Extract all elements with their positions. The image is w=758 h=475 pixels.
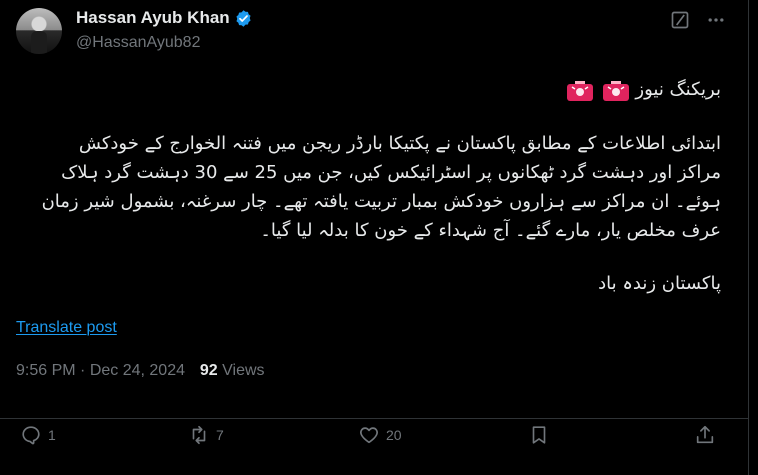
avatar[interactable] <box>16 8 62 54</box>
post-date[interactable]: Dec 24, 2024 <box>90 362 185 379</box>
body-line: عرف مخلص یار، مارے گئے۔ آج شہداء کے خون … <box>260 220 721 241</box>
body-paragraph: ابتدائی اطلاعات کے مطابق پاکستان نے پکتی… <box>16 129 721 245</box>
share-icon <box>696 425 714 444</box>
closing-line: پاکستان زندہ باد <box>598 273 721 294</box>
tweet-card: Hassan Ayub Khan @HassanAyub82 بریکنگ نی… <box>0 0 748 475</box>
like-icon <box>360 427 378 444</box>
post-time[interactable]: 9:56 PM <box>16 362 76 379</box>
reply-count: 1 <box>48 427 56 443</box>
headline-text: بریکنگ نیوز <box>635 79 721 100</box>
reply-icon <box>22 426 40 445</box>
more-icon[interactable] <box>706 10 726 30</box>
like-button[interactable]: 20 <box>358 423 402 447</box>
right-divider <box>748 0 749 475</box>
user-name-row[interactable]: Hassan Ayub Khan <box>76 8 253 28</box>
body-line: مراکز اور دہشت گرد ٹھکانوں پر اسٹرائیکس … <box>61 162 721 183</box>
retweet-button[interactable]: 7 <box>188 423 224 447</box>
action-divider <box>0 418 748 419</box>
retweet-icon <box>192 425 206 445</box>
meta-separator: · <box>75 362 90 379</box>
like-count: 20 <box>386 427 402 443</box>
views-count: 92 <box>199 362 218 379</box>
user-name[interactable]: Hassan Ayub Khan <box>76 8 230 28</box>
body-line: ابتدائی اطلاعات کے مطابق پاکستان نے پکتی… <box>78 133 721 154</box>
headline-line: بریکنگ نیوز <box>16 75 721 104</box>
grok-icon[interactable] <box>670 10 690 30</box>
siren-icon <box>602 81 629 101</box>
siren-icon <box>566 81 593 101</box>
tweet-text: بریکنگ نیوز ابتدائی اطلاعات کے مطابق پاک… <box>16 75 721 298</box>
body-line: ہوئے۔ ان مراکز سے ہزاروں خودکش بمبار ترب… <box>41 191 721 212</box>
share-button[interactable] <box>694 423 716 447</box>
reply-button[interactable]: 1 <box>20 423 56 447</box>
action-bar: 1 7 20 <box>0 419 748 475</box>
user-handle[interactable]: @HassanAyub82 <box>76 34 200 52</box>
retweet-count: 7 <box>216 427 224 443</box>
bookmark-button[interactable] <box>528 423 550 447</box>
bookmark-icon <box>532 426 546 444</box>
translate-post-link[interactable]: Translate post <box>16 319 117 337</box>
tweet-metadata: 9:56 PM · Dec 24, 2024 92 Views <box>16 362 265 380</box>
verified-badge-icon <box>236 9 251 27</box>
views-label: Views <box>217 362 265 379</box>
